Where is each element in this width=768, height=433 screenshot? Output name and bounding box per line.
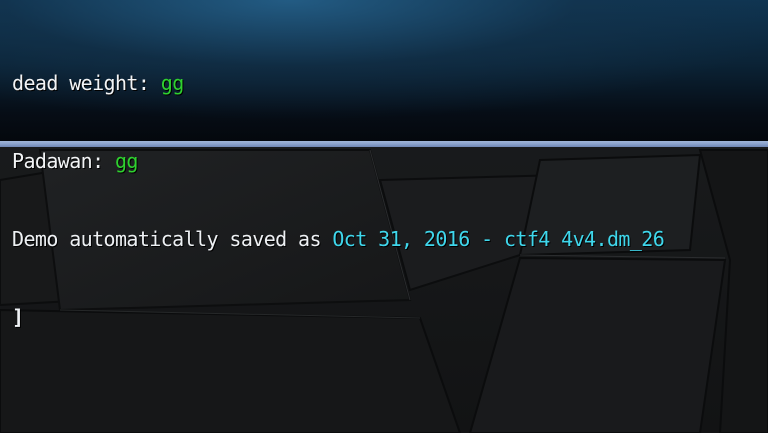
console-output: dead weight: gg Padawan: gg Demo automat…	[12, 18, 665, 382]
game-screen: dead weight: gg Padawan: gg Demo automat…	[0, 0, 768, 433]
console-border	[0, 141, 768, 147]
console-overlay: dead weight: gg Padawan: gg Demo automat…	[0, 0, 768, 329]
chat-message: gg	[160, 71, 184, 95]
chat-sender: Padawan	[12, 149, 93, 173]
demo-filename: Oct 31, 2016 - ctf4 4v4.dm_26	[332, 227, 665, 251]
console-prompt[interactable]: ]	[12, 304, 24, 330]
chat-line: Padawan: gg	[12, 148, 664, 174]
demo-saved-prefix: Demo automatically saved as	[12, 227, 333, 251]
system-message-line: Demo automatically saved as Oct 31, 2016…	[12, 226, 665, 252]
chat-sender: dead weight	[12, 71, 138, 95]
chat-separator: :	[137, 71, 161, 95]
chat-message: gg	[114, 149, 138, 173]
chat-separator: :	[92, 149, 115, 173]
chat-line: dead weight: gg	[12, 70, 664, 96]
console-input-line[interactable]: ]	[12, 304, 664, 330]
